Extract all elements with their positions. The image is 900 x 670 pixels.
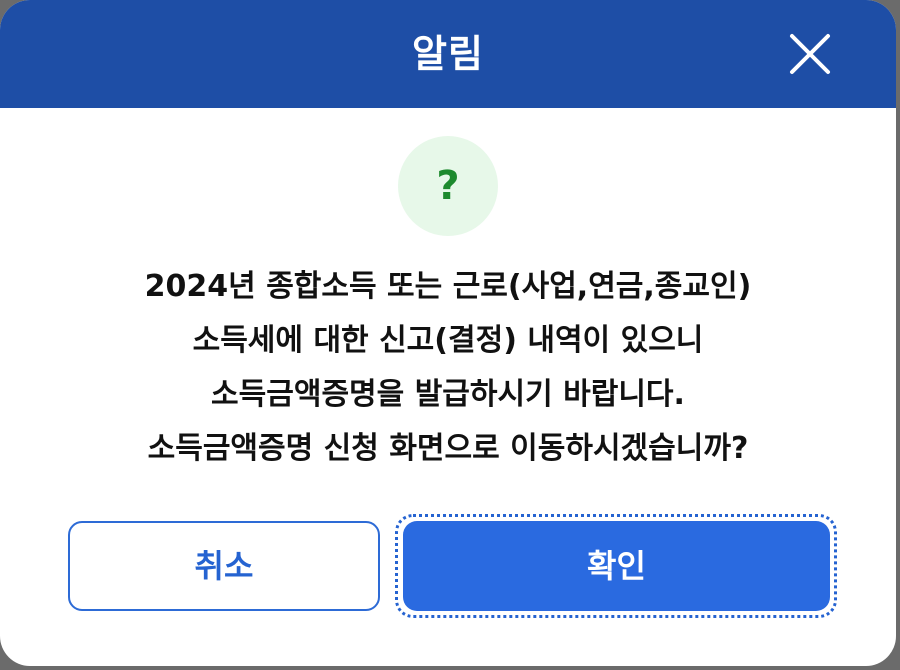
- close-button[interactable]: [786, 30, 834, 78]
- alert-dialog: 알림 ? 2024년 종합소득 또는 근로(사업,연금,종교인) 소득세에 대한…: [0, 0, 896, 666]
- confirm-button[interactable]: 확인: [403, 521, 830, 611]
- cancel-button[interactable]: 취소: [68, 521, 380, 611]
- message-line: 2024년 종합소득 또는 근로(사업,연금,종교인): [144, 269, 752, 304]
- message-line: 소득금액증명 신청 화면으로 이동하시겠습니까?: [147, 431, 749, 466]
- message-line: 소득세에 대한 신고(결정) 내역이 있으니: [192, 323, 704, 358]
- question-icon: ?: [398, 136, 498, 236]
- question-glyph: ?: [436, 163, 460, 209]
- dialog-message: 2024년 종합소득 또는 근로(사업,연금,종교인) 소득세에 대한 신고(결…: [20, 260, 876, 476]
- close-icon: [790, 34, 830, 74]
- message-line: 소득금액증명을 발급하시기 바랍니다.: [211, 377, 685, 412]
- dialog-title: 알림: [412, 32, 484, 76]
